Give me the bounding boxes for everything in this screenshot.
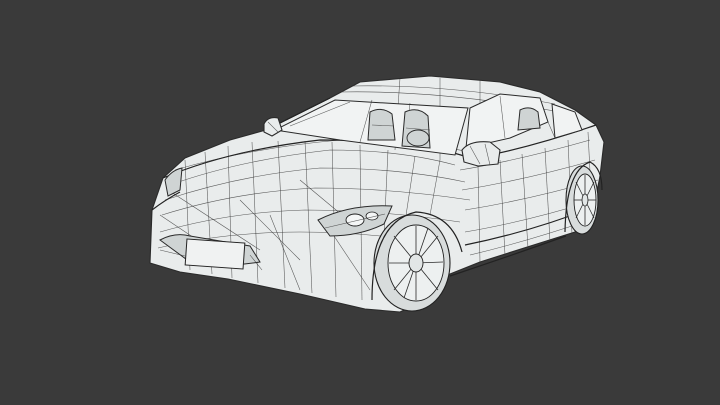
license-plate [184,238,246,270]
viewport-canvas[interactable] [0,0,720,405]
right-mirror [461,141,501,167]
car-wireframe-model [149,75,605,313]
rear-wheel [565,165,599,235]
front-wheel [373,214,451,312]
